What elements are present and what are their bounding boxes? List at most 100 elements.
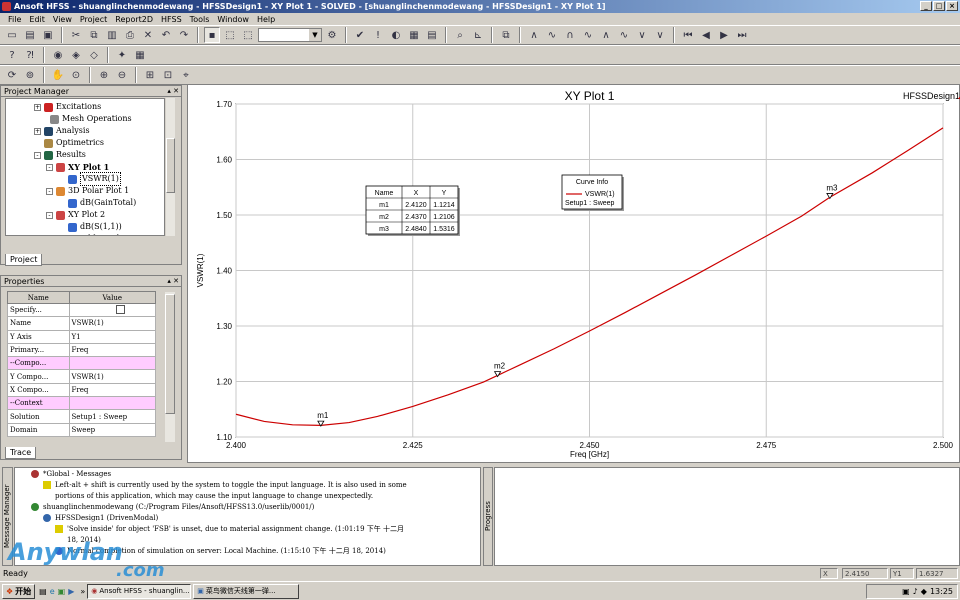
- menu-help[interactable]: Help: [253, 15, 279, 24]
- spin-icon[interactable]: ⊙: [68, 67, 84, 83]
- plot-window[interactable]: 2.400 2.425 2.450 2.475 2.500 1.10 1.20 1.30 1.4…: [187, 84, 960, 463]
- tab-trace[interactable]: Trace: [5, 447, 37, 459]
- specify-checkbox[interactable]: [68, 302, 157, 318]
- last-icon[interactable]: ⏭: [734, 27, 750, 43]
- message-line[interactable]: portions of this application, which may …: [43, 492, 373, 501]
- tray-shield-icon[interactable]: ◆: [921, 587, 927, 596]
- property-row[interactable]: Y Compo... VSWR(1): [7, 369, 157, 384]
- fit-all-icon[interactable]: ⊞: [142, 67, 158, 83]
- message-line[interactable]: Left-alt + shift is currently used by th…: [43, 481, 407, 490]
- tree-expander-icon[interactable]: +: [34, 127, 41, 135]
- task-hfss[interactable]: ◉ Ansoft HFSS - shuanglin...: [87, 583, 192, 599]
- property-value[interactable]: Setup1 : Sweep: [68, 409, 157, 424]
- analyze-icon[interactable]: !: [370, 27, 386, 43]
- xy-plot-svg[interactable]: 2.400 2.425 2.450 2.475 2.500 1.10 1.20 1.30 1.4…: [188, 85, 960, 464]
- property-value[interactable]: [68, 396, 157, 411]
- material-icon[interactable]: ⚙: [324, 27, 340, 43]
- select-pointer-icon[interactable]: ▪: [204, 27, 220, 43]
- task-wechat[interactable]: ▣ 菜鸟微信天线第一弹...: [193, 583, 300, 599]
- undo-icon[interactable]: ↶: [158, 27, 174, 43]
- measure-icon[interactable]: ⌖: [178, 67, 194, 83]
- menu-file[interactable]: File: [4, 15, 25, 24]
- context-help-icon[interactable]: ⁈: [22, 47, 38, 63]
- close-button[interactable]: ×: [946, 1, 958, 11]
- rotate-icon[interactable]: ⟳: [4, 67, 20, 83]
- tree-expander-icon[interactable]: +: [34, 236, 41, 237]
- print-icon[interactable]: ⎙: [122, 27, 138, 43]
- property-value[interactable]: Sweep: [68, 422, 157, 437]
- property-value[interactable]: VSWR(1): [68, 369, 157, 384]
- tree-item[interactable]: dB(GainTotal): [58, 197, 136, 209]
- draw-curve-icon[interactable]: ∿: [616, 27, 632, 43]
- play-icon[interactable]: ▶: [716, 27, 732, 43]
- copy-icon[interactable]: ⧉: [86, 27, 102, 43]
- zoom-out-icon[interactable]: ⊖: [114, 67, 130, 83]
- paste-icon[interactable]: ▥: [104, 27, 120, 43]
- media-icon[interactable]: ▣: [58, 587, 66, 596]
- property-value[interactable]: Freq: [68, 382, 157, 398]
- tree-expander-icon[interactable]: -: [46, 163, 53, 171]
- tab-project[interactable]: Project: [5, 254, 43, 266]
- view-icon[interactable]: ◉: [50, 47, 66, 63]
- menu-report2d[interactable]: Report2D: [111, 15, 157, 24]
- tree-item[interactable]: + Port Field Display: [34, 233, 129, 237]
- properties-scrollbar[interactable]: [164, 292, 175, 442]
- property-row[interactable]: X Compo... Freq: [7, 382, 157, 398]
- message-line[interactable]: 'Solve inside' for object 'FSB' is unset…: [55, 525, 404, 534]
- grid-icon[interactable]: ▦: [132, 47, 148, 63]
- pan-icon[interactable]: ✋: [50, 67, 66, 83]
- project-tree[interactable]: + Excitations Mesh Operations + Analysis Opti…: [5, 98, 165, 236]
- field-plot-icon[interactable]: ◐: [388, 27, 404, 43]
- tray-network-icon[interactable]: ▣: [902, 587, 910, 596]
- select-face-icon[interactable]: ⬚: [240, 27, 256, 43]
- select-object-icon[interactable]: ⬚: [222, 27, 238, 43]
- more-icon[interactable]: »: [80, 587, 85, 596]
- delete-icon[interactable]: ✕: [140, 27, 156, 43]
- redo-icon[interactable]: ↷: [176, 27, 192, 43]
- menu-view[interactable]: View: [49, 15, 76, 24]
- properties-close-icon[interactable]: ▴ ✕: [167, 276, 179, 287]
- panel-close-icon[interactable]: ▴ ✕: [167, 86, 179, 97]
- tree-item[interactable]: - XY Plot 2: [46, 209, 105, 221]
- start-button[interactable]: ❖ 开始: [2, 583, 36, 599]
- fit-selection-icon[interactable]: ⊡: [160, 67, 176, 83]
- property-value[interactable]: [68, 356, 157, 371]
- cut-icon[interactable]: ✂: [68, 27, 84, 43]
- save-icon[interactable]: ▣: [40, 27, 56, 43]
- property-value[interactable]: VSWR(1): [68, 316, 157, 331]
- ie-icon[interactable]: e: [50, 587, 55, 596]
- tree-expander-icon[interactable]: -: [46, 187, 53, 195]
- launch-icon[interactable]: ▶: [68, 587, 74, 596]
- message-line[interactable]: HFSSDesign1 (DrivenModal): [43, 514, 158, 523]
- property-row[interactable]: Domain Sweep: [7, 422, 157, 437]
- hide-icon[interactable]: ◇: [86, 47, 102, 63]
- draw-spline-icon[interactable]: ∿: [544, 27, 560, 43]
- tree-expander-icon[interactable]: +: [34, 103, 41, 111]
- tree-item[interactable]: - Results: [34, 149, 86, 161]
- menu-tools[interactable]: Tools: [186, 15, 214, 24]
- menu-window[interactable]: Window: [213, 15, 253, 24]
- progress-tab[interactable]: Progress: [483, 467, 493, 566]
- property-value[interactable]: Freq: [68, 342, 157, 358]
- menu-edit[interactable]: Edit: [25, 15, 49, 24]
- previous-icon[interactable]: ◀: [698, 27, 714, 43]
- draw-arc-icon[interactable]: ∩: [562, 27, 578, 43]
- window-icon[interactable]: ⧉: [498, 27, 514, 43]
- tree-item[interactable]: Mesh Operations: [40, 113, 132, 125]
- property-row[interactable]: Primary... Freq: [7, 342, 157, 358]
- first-icon[interactable]: ⏮: [680, 27, 696, 43]
- draw-polyline-icon[interactable]: ∧: [598, 27, 614, 43]
- orient-icon[interactable]: ⊚: [22, 67, 38, 83]
- tree-item[interactable]: Optimetrics: [34, 137, 104, 149]
- zoom-in-icon[interactable]: ⊕: [96, 67, 112, 83]
- tree-expander-icon[interactable]: -: [46, 211, 53, 219]
- open-folder-icon[interactable]: ▤: [22, 27, 38, 43]
- tree-item[interactable]: + Excitations: [34, 101, 101, 113]
- message-line[interactable]: shuanglinchenmodewang (C:/Program Files/…: [31, 503, 314, 512]
- maximize-button[interactable]: □: [933, 1, 945, 11]
- property-value[interactable]: Y1: [68, 329, 157, 344]
- menu-project[interactable]: Project: [76, 15, 111, 24]
- message-line[interactable]: *Global - Messages: [31, 470, 111, 479]
- validate-icon[interactable]: ✔: [352, 27, 368, 43]
- zoom-icon[interactable]: ⌕: [452, 27, 468, 43]
